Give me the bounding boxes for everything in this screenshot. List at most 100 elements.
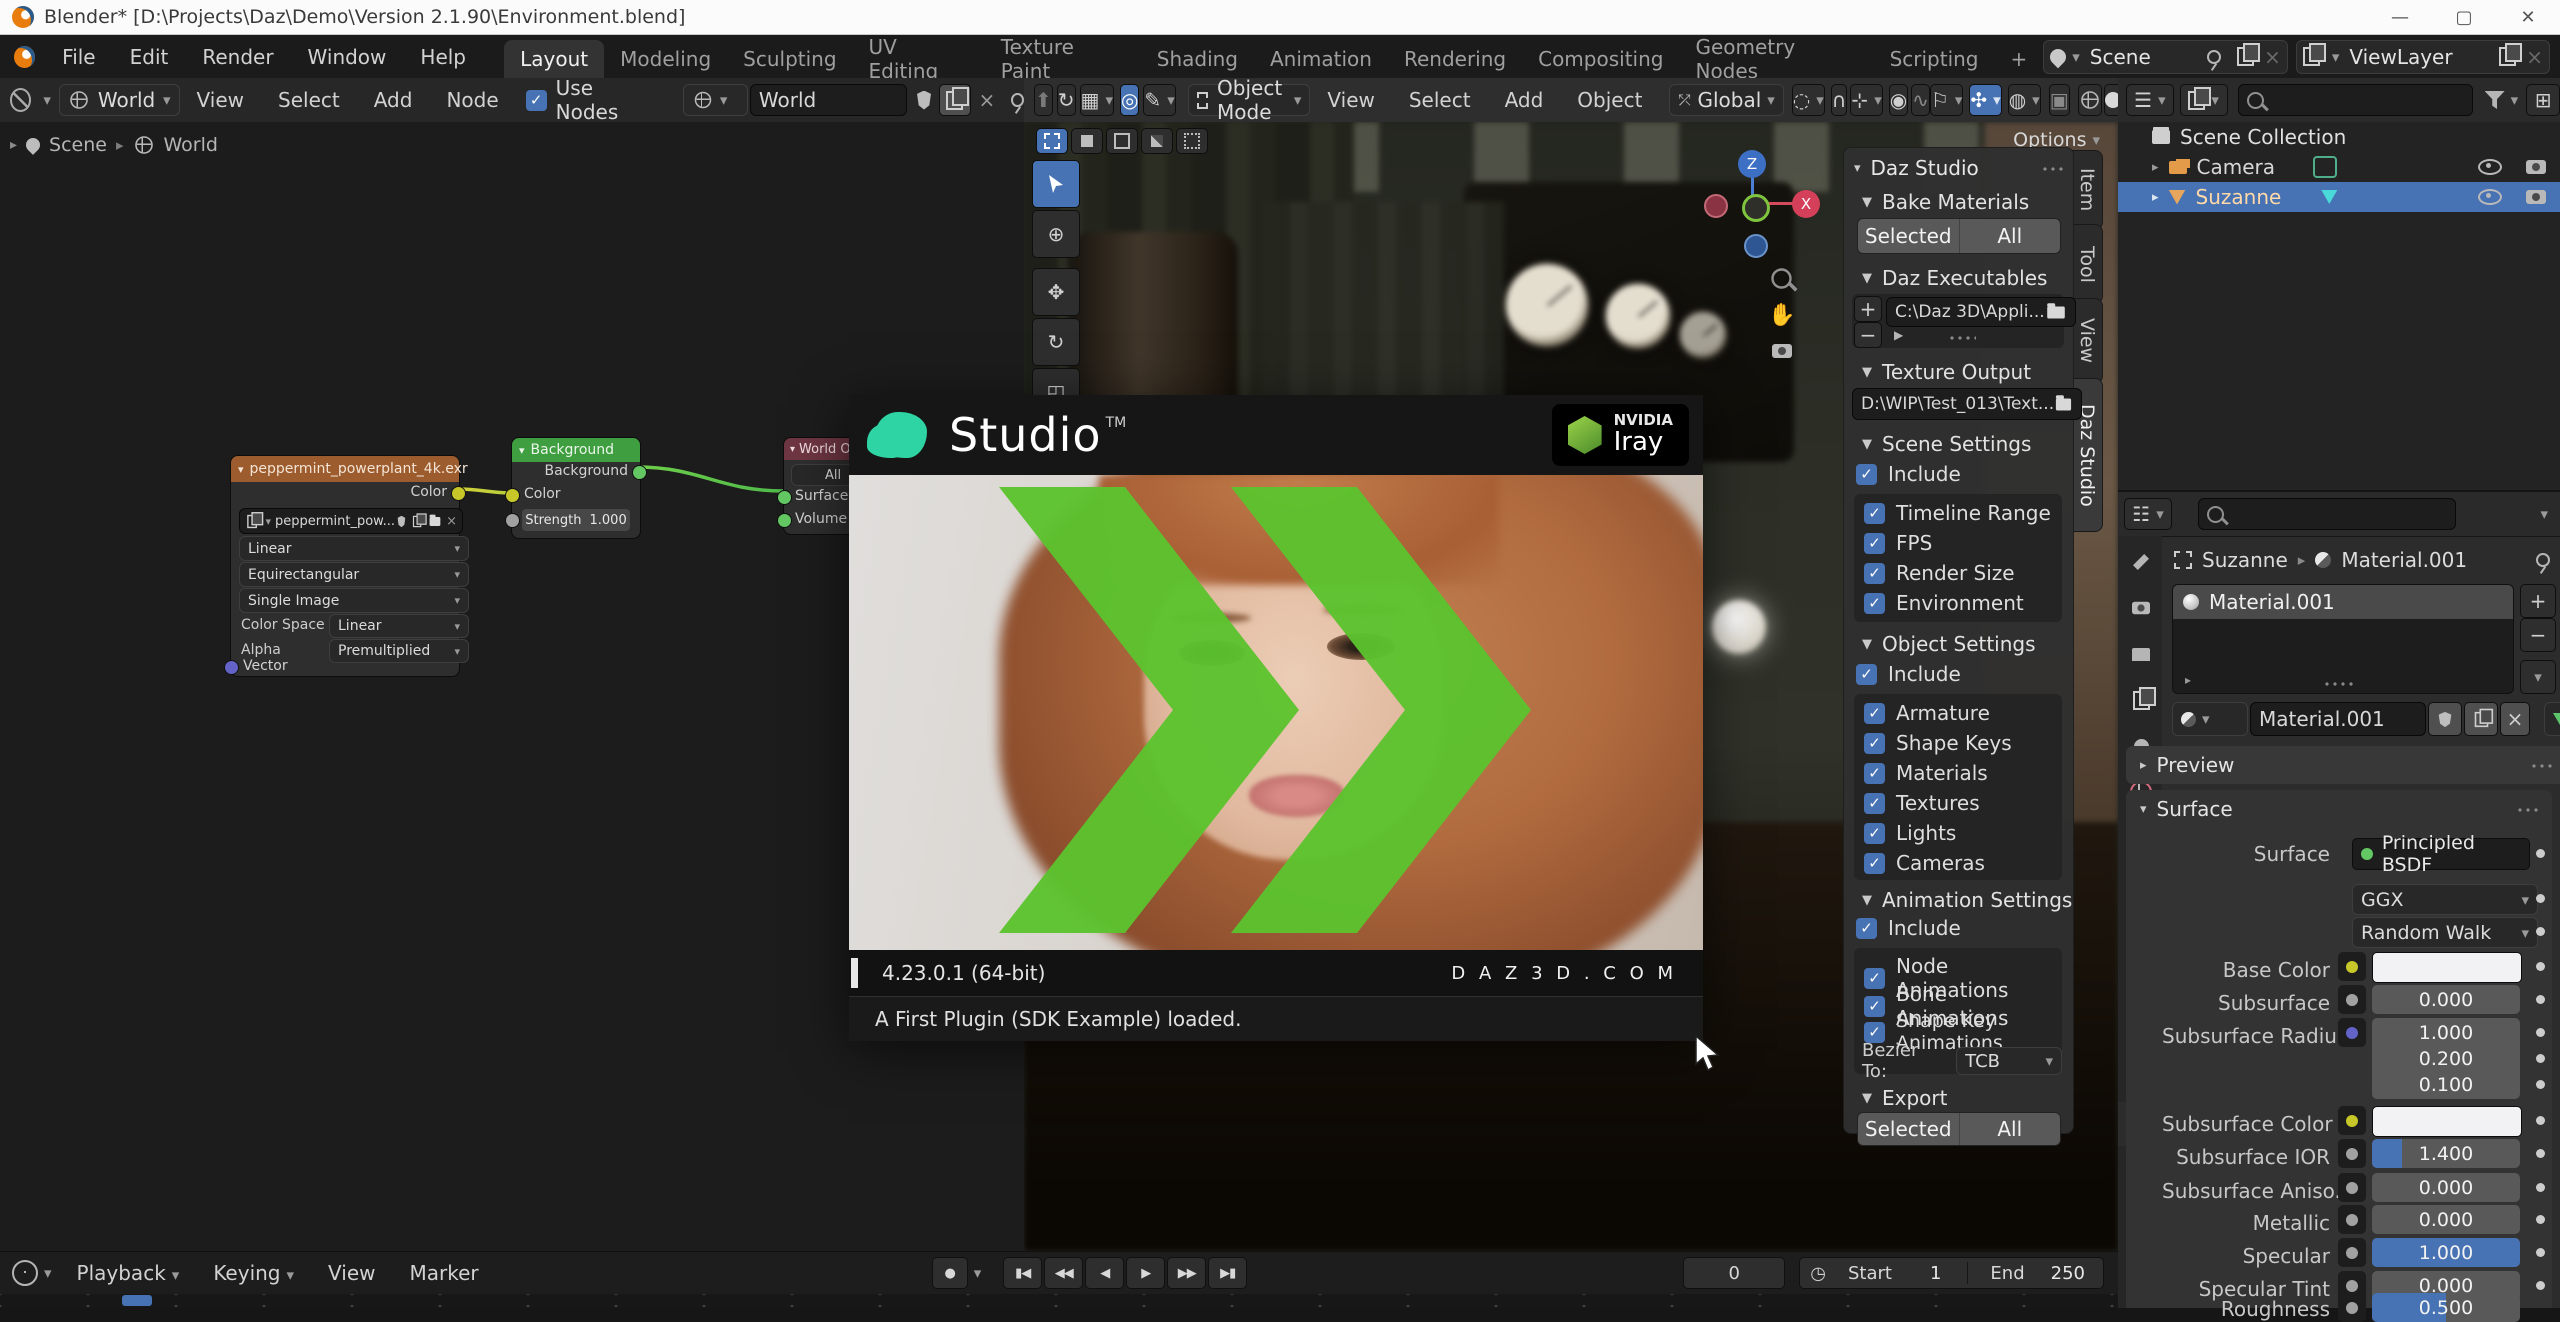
checkbox-checked[interactable]: ✓ xyxy=(1856,464,1877,485)
select-box-tool[interactable] xyxy=(1032,160,1080,208)
add-menu[interactable]: Add xyxy=(1488,88,1561,112)
unlink-world-icon[interactable]: × xyxy=(979,88,996,112)
shader-menu-select[interactable]: Select xyxy=(261,88,357,112)
tab-rendering[interactable]: Rendering xyxy=(1388,40,1522,80)
blender-menu-icon[interactable] xyxy=(14,46,35,68)
grab-cursor-icon[interactable]: ⬆ xyxy=(1034,84,1053,116)
radius-y-field[interactable]: 0.200 xyxy=(2372,1044,2520,1073)
daz-executables-section[interactable]: ▼Daz Executables xyxy=(1862,266,2047,290)
mode-dropdown[interactable]: Object Mode ▾ xyxy=(1188,84,1311,116)
slot-specials-button[interactable]: ▾ xyxy=(2520,660,2556,694)
open-image-icon[interactable] xyxy=(430,517,441,526)
option-row[interactable]: ✓Materials xyxy=(1864,761,1988,785)
tab-output[interactable] xyxy=(2127,640,2155,668)
shader-menu-view[interactable]: View xyxy=(180,88,261,112)
select-subtract-icon[interactable] xyxy=(1106,128,1138,154)
option-row[interactable]: ✓Textures xyxy=(1864,791,1980,815)
subsurface-aniso-slider[interactable]: 0.000 xyxy=(2372,1173,2520,1202)
strength-input-socket[interactable] xyxy=(505,513,520,528)
outliner-search-input[interactable] xyxy=(2238,84,2473,116)
option-row[interactable]: ✓Shape Keys xyxy=(1864,731,2012,755)
collapse-icon[interactable]: ▾ xyxy=(790,444,795,455)
roughness-socket[interactable] xyxy=(2338,1293,2366,1322)
pan-hand-icon[interactable]: ✋ xyxy=(1768,303,1795,328)
subsurface-color-swatch[interactable] xyxy=(2372,1106,2522,1137)
collapse-icon[interactable]: ▾ xyxy=(238,463,244,476)
option-row[interactable]: ✓Cameras xyxy=(1864,851,1985,875)
outliner-row-suzanne[interactable]: ▸ Suzanne xyxy=(2118,182,2560,212)
option-row[interactable]: ✓Lights xyxy=(1864,821,1956,845)
menu-help[interactable]: Help xyxy=(403,45,483,69)
navigation-gizmo[interactable]: Z X xyxy=(1714,150,1834,270)
tab-shading[interactable]: Shading xyxy=(1141,40,1254,80)
subsurface-slider[interactable]: 0.000 xyxy=(2372,985,2520,1014)
menu-file[interactable]: File xyxy=(45,45,112,69)
preview-panel-header[interactable]: ▸ Preview xyxy=(2126,746,2560,784)
option-row[interactable]: ✓Render Size xyxy=(1864,561,2015,585)
tab-animation[interactable]: Animation xyxy=(1254,40,1388,80)
minimize-button[interactable]: — xyxy=(2368,1,2432,34)
transform-orientation-dropdown[interactable]: ⤱ Global ▾ xyxy=(1669,84,1783,116)
new-scene-icon[interactable] xyxy=(2237,47,2254,66)
tab-modeling[interactable]: Modeling xyxy=(604,40,727,80)
use-nodes-checkbox[interactable]: ✓ xyxy=(526,90,547,111)
snap-magnet-icon[interactable]: ∩ xyxy=(1831,84,1848,116)
properties-search-input[interactable] xyxy=(2198,498,2456,530)
shader-menu-add[interactable]: Add xyxy=(357,88,430,112)
gizmo-x-neg[interactable] xyxy=(1704,194,1728,218)
close-button[interactable]: ✕ xyxy=(2496,1,2560,34)
tab-scripting[interactable]: Scripting xyxy=(1874,40,1995,80)
world-name-field[interactable]: World xyxy=(750,84,907,116)
fake-user-button[interactable] xyxy=(2428,702,2462,736)
metallic-socket[interactable] xyxy=(2338,1205,2366,1234)
drag-grip-icon[interactable] xyxy=(2041,165,2063,171)
falloff-icon[interactable]: ∿ xyxy=(1911,84,1930,116)
new-view-layer-icon[interactable] xyxy=(2499,47,2516,66)
next-keyframe-button[interactable]: ▶▶ xyxy=(1167,1257,1206,1289)
collapse-icon[interactable]: ▾ xyxy=(519,444,525,457)
background-node-header[interactable]: ▾ Background xyxy=(512,438,640,462)
menu-edit[interactable]: Edit xyxy=(113,45,186,69)
properties-editor-type-icon[interactable]: ☷▾ xyxy=(2124,498,2172,530)
option-row[interactable]: ✓Environment xyxy=(1864,591,2024,615)
menu-window[interactable]: Window xyxy=(291,45,404,69)
tweak-tool-icon[interactable]: ↻ xyxy=(1057,84,1076,116)
background-output-socket[interactable] xyxy=(632,465,647,480)
fake-user-icon[interactable] xyxy=(917,91,931,110)
browse-material-button[interactable]: ▾ xyxy=(2172,702,2248,736)
add-workspace-button[interactable]: + xyxy=(1995,40,2044,80)
subsurface-socket[interactable] xyxy=(2338,985,2366,1014)
export-all-button[interactable]: All xyxy=(1960,1113,2061,1145)
jump-to-start-button[interactable]: ▮◀ xyxy=(1003,1257,1042,1289)
subsurface-color-socket[interactable] xyxy=(2338,1106,2366,1135)
breadcrumb-object[interactable]: Suzanne xyxy=(2202,548,2288,572)
pivot-point-icon[interactable]: ◌▾ xyxy=(1792,84,1825,116)
view-layer-selector[interactable]: ▾ ViewLayer × xyxy=(2296,40,2550,74)
remove-slot-button[interactable]: − xyxy=(2520,618,2556,652)
render-visibility-icon[interactable] xyxy=(2526,160,2546,174)
new-collection-button[interactable]: ⊞ xyxy=(2526,84,2560,116)
remove-executable-button[interactable]: − xyxy=(1854,322,1882,348)
show-overlays-icon[interactable]: ◍▾ xyxy=(2008,84,2041,116)
object-include-row[interactable]: ✓Include xyxy=(1856,662,1961,686)
jump-to-end-button[interactable]: ▶▮ xyxy=(1208,1257,1247,1289)
current-frame-marker[interactable] xyxy=(122,1295,152,1306)
current-frame-field[interactable]: 0 xyxy=(1683,1257,1785,1289)
bake-materials-section[interactable]: ▼Bake Materials xyxy=(1862,190,2029,214)
sidebar-tab-view[interactable]: View xyxy=(2072,298,2103,384)
tab-tool[interactable] xyxy=(2127,548,2155,576)
export-selected-button[interactable]: Selected xyxy=(1858,1113,1960,1145)
subsurface-method-dropdown[interactable]: Random Walk▾ xyxy=(2352,917,2538,948)
maximize-button[interactable]: ▢ xyxy=(2432,1,2496,34)
delete-scene-icon[interactable]: × xyxy=(2264,45,2281,69)
world-browse-dropdown[interactable]: ▾ xyxy=(683,84,748,116)
specular-slider[interactable]: 1.000 xyxy=(2372,1238,2520,1267)
material-name-field[interactable]: Material.001 xyxy=(2250,702,2426,736)
select-intersect-icon[interactable] xyxy=(1176,128,1208,154)
copy-icon[interactable] xyxy=(413,515,422,526)
proportional-edit-icon[interactable]: ◉ xyxy=(1889,84,1908,116)
scene-include-row[interactable]: ✓Include xyxy=(1856,462,1961,486)
camera-view-icon[interactable] xyxy=(1772,344,1792,358)
specular-socket[interactable] xyxy=(2338,1238,2366,1267)
properties-options-icon[interactable]: ▾ xyxy=(2540,505,2548,523)
